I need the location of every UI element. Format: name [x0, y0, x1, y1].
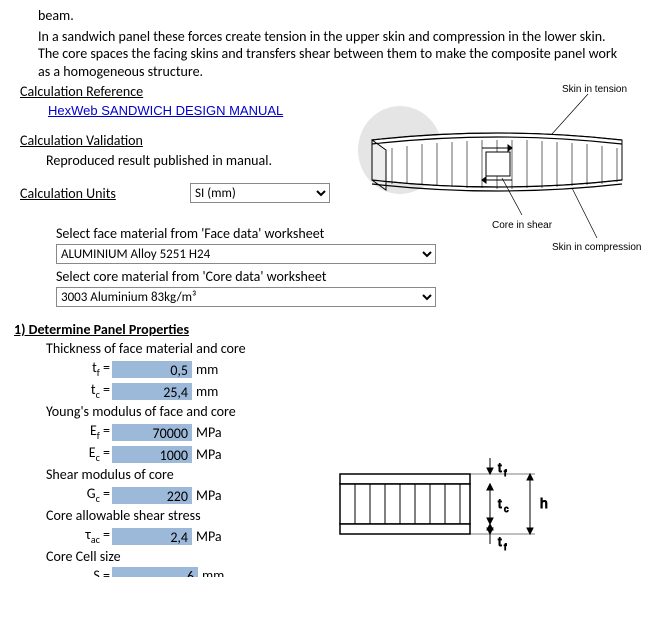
value-tf[interactable]: 0,5: [112, 361, 192, 378]
validation-text: Reproduced result published in manual.: [46, 152, 272, 169]
svg-text:f: f: [504, 468, 507, 478]
value-Ec[interactable]: 1000: [112, 446, 192, 463]
intro-fragment: beam.: [38, 7, 618, 25]
svg-text:h: h: [540, 495, 548, 511]
row-tf: tf = 0,5 mm: [70, 359, 638, 379]
unit-Gc: MPa: [196, 487, 236, 504]
youngs-subheading: Young's modulus of face and core: [46, 403, 638, 420]
unit-S: mm: [202, 567, 224, 577]
core-material-select[interactable]: 3003 Aluminium 83kg/m³: [56, 287, 436, 307]
svg-text:t: t: [498, 496, 502, 511]
value-Gc[interactable]: 220: [112, 487, 192, 504]
svg-text:t: t: [498, 534, 502, 549]
row-S-cutoff: S = 6 mm: [70, 567, 638, 577]
diagram-label-core-shear: Core in shear: [492, 220, 553, 231]
core-material-label: Select core material from 'Core data' wo…: [56, 268, 638, 285]
diagram-label-skin-compression: Skin in compression: [552, 242, 641, 253]
diagram-label-skin-tension: Skin in tension: [562, 84, 627, 95]
value-S[interactable]: 6: [112, 567, 198, 577]
unit-tf: mm: [196, 361, 236, 378]
section-1-heading: 1) Determine Panel Properties: [14, 321, 638, 338]
value-Ef[interactable]: 70000: [112, 424, 192, 441]
section-dimensions-diagram: tf tc tf h: [330, 444, 570, 564]
unit-tc: mm: [196, 383, 236, 400]
units-select[interactable]: SI (mm): [190, 183, 330, 203]
paragraph-sandwich-explanation: In a sandwich panel these forces create …: [38, 28, 618, 81]
svg-text:f: f: [504, 542, 507, 552]
svg-text:c: c: [504, 504, 509, 514]
row-Ef: Ef = 70000 MPa: [70, 422, 638, 442]
value-tac[interactable]: 2,4: [112, 528, 192, 545]
value-tc[interactable]: 25,4: [112, 383, 192, 400]
unit-tac: MPa: [196, 528, 236, 545]
unit-Ec: MPa: [196, 446, 236, 463]
row-tc: tc = 25,4 mm: [70, 381, 638, 401]
reference-link[interactable]: HexWeb SANDWICH DESIGN MANUAL: [48, 103, 283, 118]
calculation-reference-heading: Calculation Reference: [20, 83, 143, 100]
sandwich-beam-diagram: Skin in tension Core in shear Skin in co…: [352, 80, 642, 260]
calculation-units-heading: Calculation Units: [20, 185, 190, 202]
calculation-validation-heading: Calculation Validation: [20, 132, 143, 149]
svg-text:t: t: [498, 460, 502, 475]
thickness-subheading: Thickness of face material and core: [46, 340, 638, 357]
unit-Ef: MPa: [196, 424, 236, 441]
